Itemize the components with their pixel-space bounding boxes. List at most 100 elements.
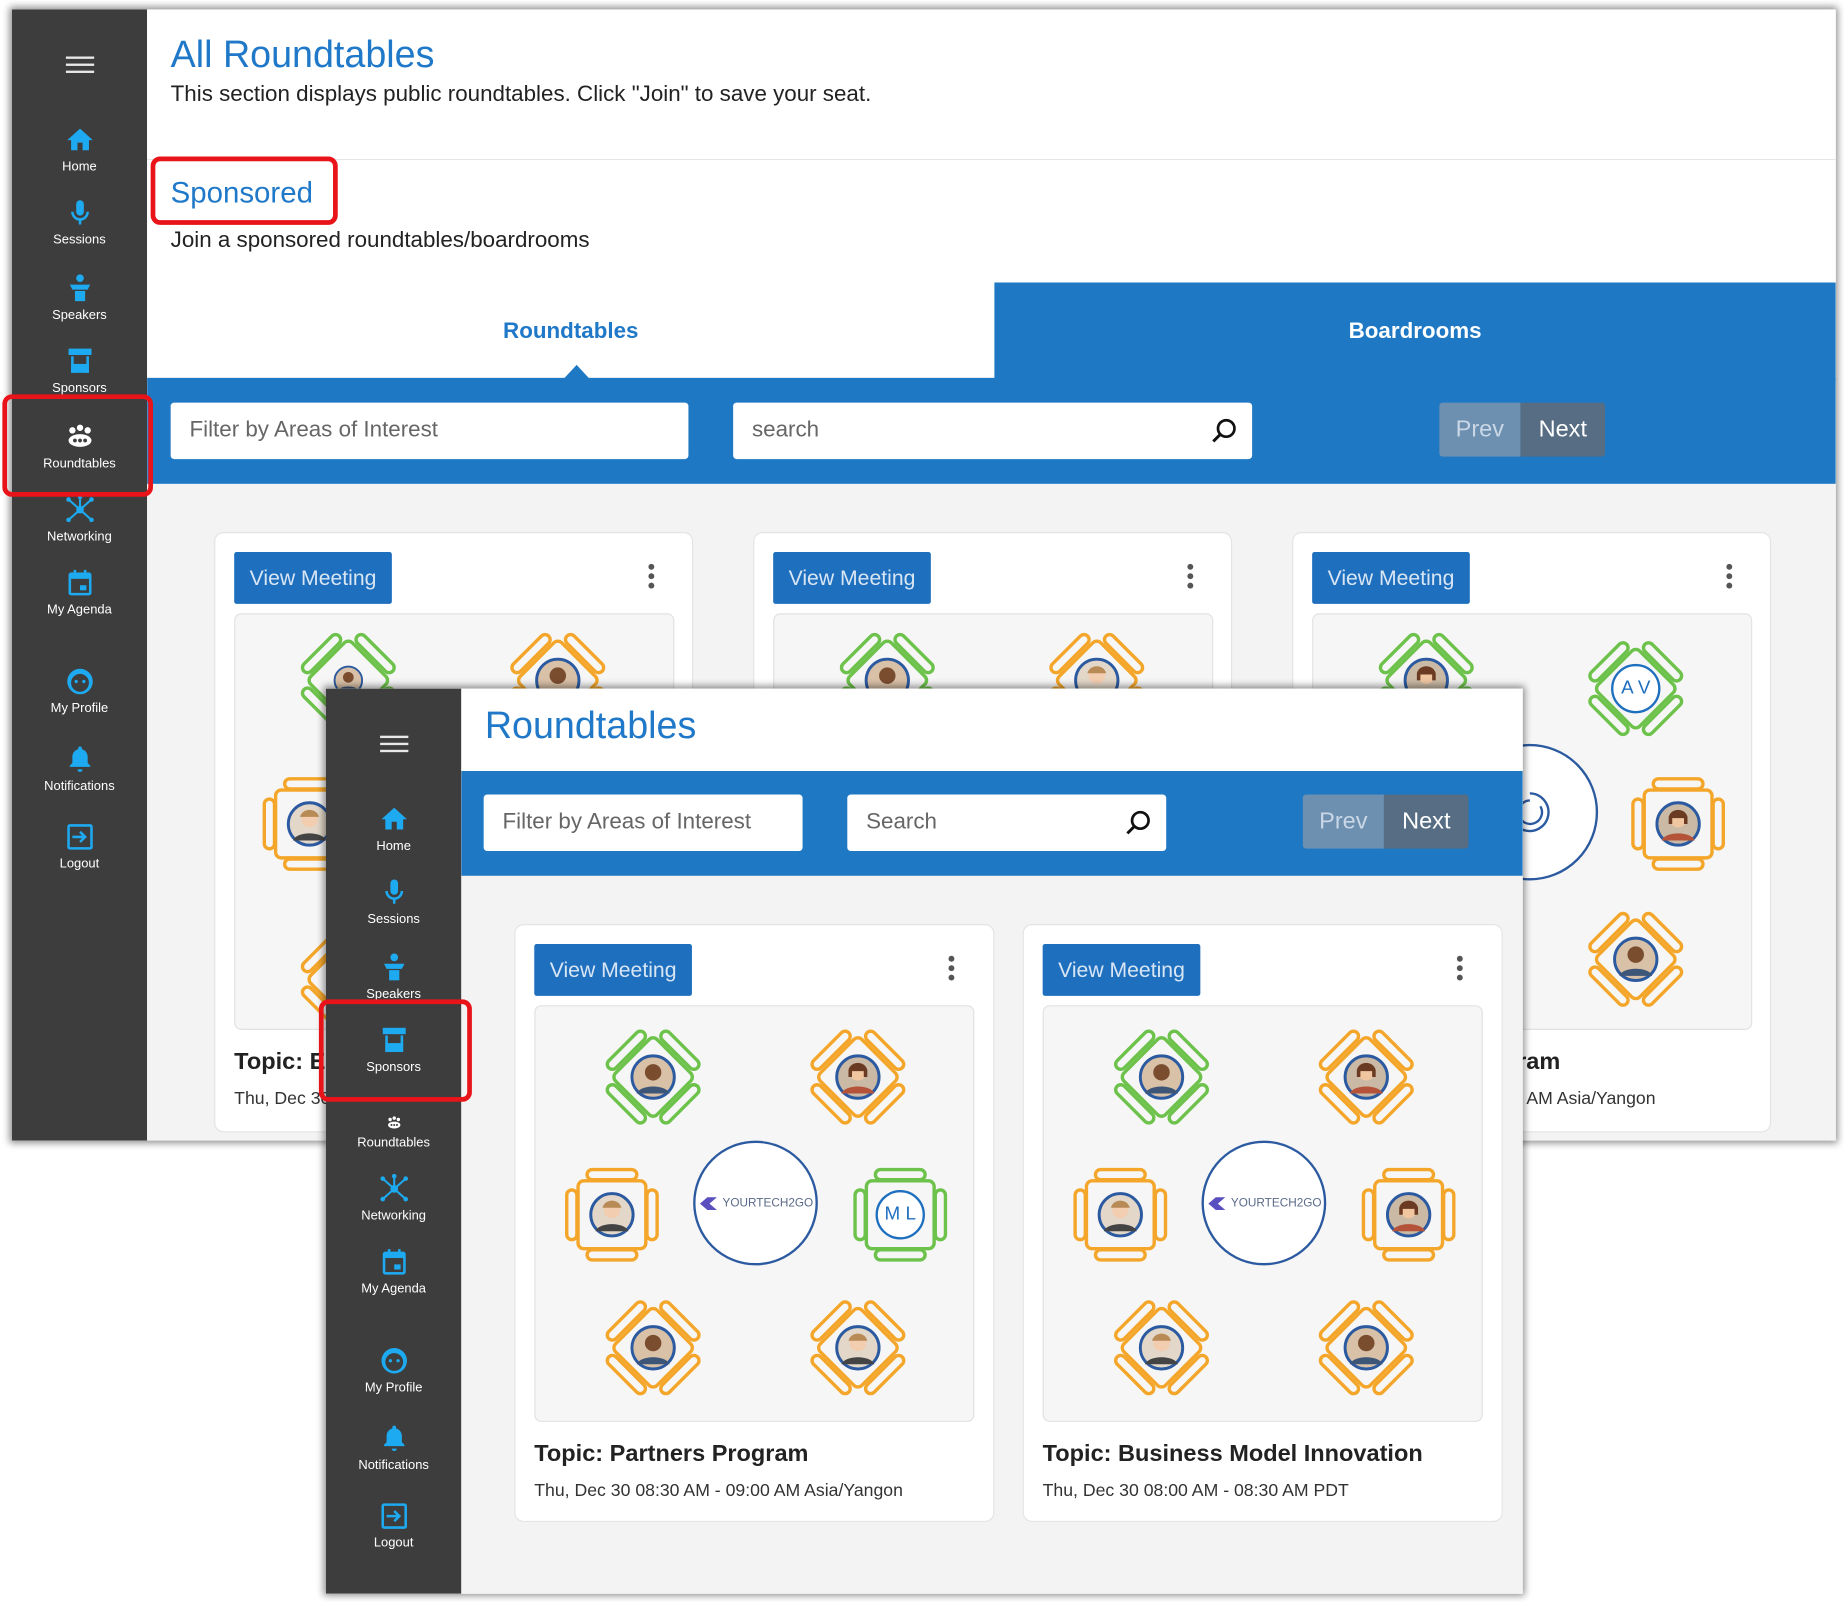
nav-my-profile[interactable]: My Profile	[12, 666, 147, 716]
filter-interest-input[interactable]: Filter by Areas of Interest	[483, 794, 803, 852]
attendee-avatar	[588, 1191, 635, 1238]
bell-icon	[64, 744, 95, 775]
page-header: Roundtables	[461, 688, 1523, 772]
initials-avatar: M L	[875, 1190, 925, 1240]
view-meeting-button[interactable]: View Meeting	[534, 944, 692, 996]
nav-home-label: Home	[62, 160, 97, 175]
sponsor-logo-text: YOURTECH2GO	[722, 1196, 814, 1210]
sponsor-logo-icon	[1208, 1196, 1226, 1210]
section-description: Join a sponsored roundtables/boardrooms	[170, 228, 590, 254]
nav-sessions[interactable]: Sessions	[12, 198, 147, 247]
search-input[interactable]: search	[733, 402, 1253, 460]
attendee-avatar	[1343, 1054, 1390, 1101]
nav-networking-label: Networking	[47, 529, 112, 544]
profile-icon	[64, 666, 95, 697]
tab-roundtables[interactable]: Roundtables	[147, 282, 995, 382]
attendee-avatar	[1138, 1324, 1185, 1371]
card-topic: Topic: Business Model Innovation	[1042, 1440, 1423, 1467]
nav-my-profile[interactable]: My Profile	[326, 1345, 461, 1395]
nav-my-agenda-label: My Agenda	[361, 1281, 427, 1296]
attendee-avatar	[1385, 1191, 1432, 1238]
sponsor-logo-text: YOURTECH2GO	[1230, 1196, 1322, 1210]
initials-avatar: A V	[1611, 663, 1661, 714]
nav-sessions-label: Sessions	[53, 233, 106, 248]
hamburger-menu-icon[interactable]	[12, 52, 147, 78]
more-options-icon[interactable]	[1724, 563, 1733, 595]
highlight-sponsors-nav	[318, 999, 472, 1102]
search-placeholder: search	[751, 417, 820, 443]
next-button[interactable]: Next	[1520, 402, 1606, 457]
hamburger-menu-icon[interactable]	[326, 731, 461, 757]
card-time: Thu, Dec 30	[234, 1088, 331, 1109]
nav-notifications-label: Notifications	[358, 1458, 429, 1473]
sponsor-logo-table: YOURTECH2GO	[693, 1140, 818, 1266]
card-topic: Topic: Partners Program	[534, 1440, 809, 1467]
search-icon[interactable]	[1124, 809, 1152, 837]
nav-networking[interactable]: Networking	[326, 1174, 461, 1223]
attendee-avatar	[1343, 1324, 1390, 1371]
pagination: Prev Next	[1439, 402, 1606, 457]
nav-my-agenda[interactable]: My Agenda	[326, 1247, 461, 1296]
more-options-icon[interactable]	[646, 563, 655, 595]
nav-logout[interactable]: Logout	[326, 1501, 461, 1550]
home-icon	[378, 804, 409, 835]
more-options-icon[interactable]	[946, 955, 955, 987]
view-meeting-button[interactable]: View Meeting	[234, 552, 392, 604]
roundtables-window: Home Sessions Speakers Sponsors Roundtab…	[325, 688, 1523, 1594]
page-header: All Roundtables This section displays pu…	[147, 9, 1836, 161]
nav-roundtables-label: Roundtables	[357, 1135, 430, 1151]
speaker-podium-icon	[378, 952, 409, 983]
card-time: 30 AM Asia/Yangon	[1502, 1088, 1656, 1109]
nav-home[interactable]: Home	[12, 125, 147, 174]
nav-sessions[interactable]: Sessions	[326, 877, 461, 926]
tab-boardrooms[interactable]: Boardrooms	[994, 282, 1836, 381]
roundtable-card-partners-program: View Meeting YOURTECH2GO M L Topic: Part…	[514, 924, 995, 1522]
nav-speakers[interactable]: Speakers	[12, 273, 147, 323]
prev-button[interactable]: Prev	[1439, 402, 1521, 457]
highlight-sponsored	[150, 156, 338, 225]
calendar-icon	[378, 1247, 409, 1278]
sponsored-section-header: Sponsored Join a sponsored roundtables/b…	[147, 160, 1836, 283]
page-title: All Roundtables	[170, 32, 435, 76]
tab-boardrooms-label: Boardrooms	[1348, 318, 1482, 344]
nav-my-agenda[interactable]: My Agenda	[12, 567, 147, 617]
view-meeting-button[interactable]: View Meeting	[773, 552, 931, 604]
more-options-icon[interactable]	[1455, 955, 1464, 987]
nav-logout-label: Logout	[59, 856, 100, 872]
network-icon	[64, 494, 95, 525]
attendee-avatar	[834, 1054, 881, 1101]
nav-networking[interactable]: Networking	[12, 494, 147, 544]
attendee-avatar	[1138, 1054, 1185, 1101]
roundtable-room: YOURTECH2GO M L	[534, 1005, 975, 1422]
filter-placeholder: Filter by Areas of Interest	[502, 809, 752, 835]
nav-notifications[interactable]: Notifications	[326, 1423, 461, 1473]
next-button[interactable]: Next	[1383, 794, 1469, 849]
logout-icon	[64, 822, 95, 853]
pagination: Prev Next	[1302, 794, 1469, 849]
roundtable-card-business-model-innovation: View Meeting YOURTECH2GO Topic: Business…	[1022, 924, 1503, 1522]
sponsor-booth-icon	[64, 346, 95, 377]
nav-logout[interactable]: Logout	[12, 822, 147, 871]
more-options-icon[interactable]	[1185, 563, 1194, 595]
search-input[interactable]: Search	[847, 794, 1167, 852]
nav-roundtables[interactable]: Roundtables	[326, 1115, 461, 1150]
attendee-avatar	[1612, 936, 1659, 983]
nav-my-agenda-label: My Agenda	[47, 602, 112, 617]
roundtable-room: YOURTECH2GO	[1042, 1005, 1483, 1422]
search-icon[interactable]	[1210, 417, 1238, 445]
view-meeting-button[interactable]: View Meeting	[1312, 552, 1470, 604]
view-meeting-button[interactable]: View Meeting	[1042, 944, 1201, 996]
calendar-icon	[64, 567, 95, 598]
speaker-podium-icon	[64, 273, 95, 304]
nav-home[interactable]: Home	[326, 804, 461, 853]
filter-interest-input[interactable]: Filter by Areas of Interest	[170, 402, 689, 460]
nav-notifications-label: Notifications	[44, 779, 115, 794]
prev-button[interactable]: Prev	[1302, 794, 1384, 849]
nav-my-profile-label: My Profile	[50, 701, 109, 716]
main-content: Roundtables Filter by Areas of Interest …	[461, 688, 1523, 1594]
nav-speakers-label: Speakers	[52, 308, 107, 323]
attendee-avatar	[630, 1324, 677, 1371]
logout-icon	[378, 1501, 409, 1532]
network-icon	[378, 1174, 409, 1205]
nav-notifications[interactable]: Notifications	[12, 744, 147, 793]
